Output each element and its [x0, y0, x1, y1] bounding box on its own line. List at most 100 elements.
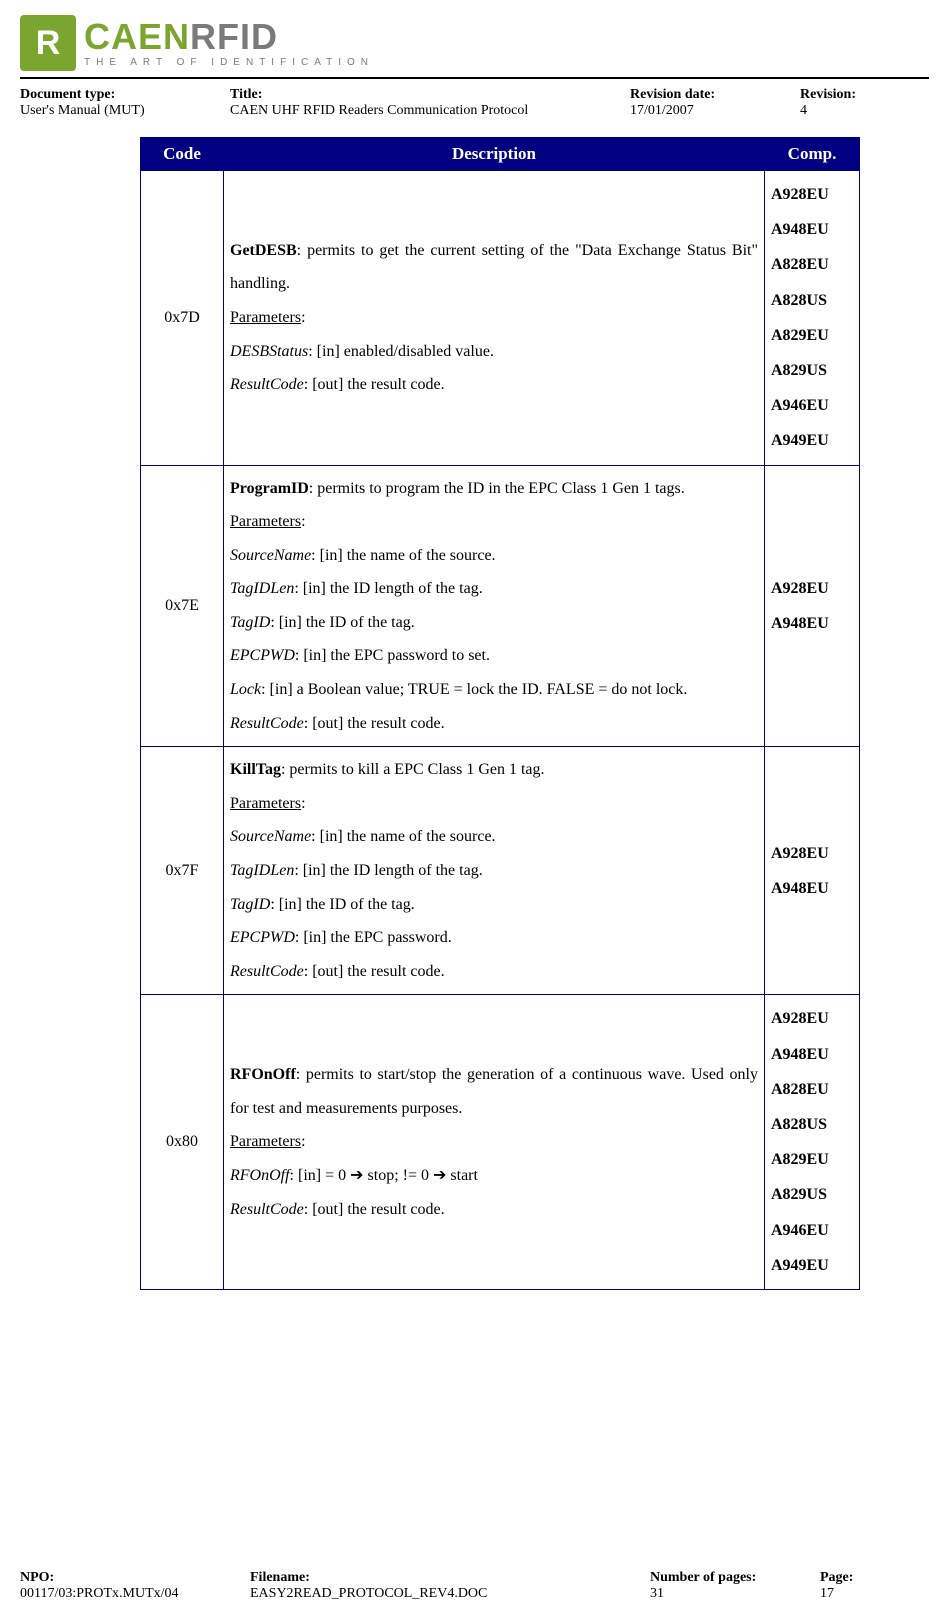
comp-value: A829US — [771, 362, 827, 379]
param-name: ResultCode — [230, 715, 304, 732]
page-value: 17 — [820, 1586, 853, 1602]
code-cell: 0x7D — [141, 171, 224, 466]
param-text: : [in] the ID length of the tag. — [294, 580, 482, 597]
param-text: : [in] the ID of the tag. — [270, 896, 414, 913]
command-summary: : permits to kill a EPC Class 1 Gen 1 ta… — [281, 761, 545, 778]
title-value: CAEN UHF RFID Readers Communication Prot… — [230, 103, 600, 119]
description-cell: ProgramID: permits to program the ID in … — [224, 465, 765, 747]
code-cell: 0x7F — [141, 747, 224, 995]
param-name: Lock — [230, 681, 261, 698]
comp-value: A828EU — [771, 1081, 829, 1098]
comp-value: A946EU — [771, 1222, 829, 1239]
code-cell: 0x7E — [141, 465, 224, 747]
col-description: Description — [224, 138, 765, 171]
param-text: : [out] the result code. — [304, 715, 445, 732]
revdate-label: Revision date: — [630, 87, 770, 103]
param-name: EPCPWD — [230, 647, 295, 664]
logo-brand-gray: RFID — [190, 16, 278, 57]
param-text: : [out] the result code. — [304, 1201, 445, 1218]
command-name: GetDESB — [230, 242, 297, 259]
param-text: : [out] the result code. — [304, 963, 445, 980]
code-cell: 0x80 — [141, 995, 224, 1290]
comp-cell: A928EU A948EU A828EU A828US A829EU A829US A946… — [765, 171, 860, 466]
command-name: KillTag — [230, 761, 281, 778]
param-text: : [in] the name of the source. — [311, 547, 495, 564]
comp-value: A828US — [771, 292, 827, 309]
page-label: Page: — [820, 1570, 853, 1586]
comp-value: A949EU — [771, 432, 829, 449]
logo-brand-green: CAEN — [84, 16, 190, 57]
param-text: : [in] the ID length of the tag. — [294, 862, 482, 879]
doc-type-label: Document type: — [20, 87, 200, 103]
logo-header: R CAENRFID THE ART OF IDENTIFICATION — [20, 15, 929, 79]
comp-cell: A928EU A948EU — [765, 465, 860, 747]
param-text: : [in] a Boolean value; TRUE = lock the … — [261, 681, 687, 698]
table-row: 0x80RFOnOff: permits to start/stop the g… — [141, 995, 860, 1290]
param-name: EPCPWD — [230, 929, 295, 946]
comp-value: A948EU — [771, 221, 829, 238]
parameters-label: Parameters — [230, 309, 301, 326]
npo-value: 00117/03:PROTx.MUTx/04 — [20, 1586, 250, 1602]
param-name: TagID — [230, 896, 270, 913]
param-name: DESBStatus — [230, 343, 308, 360]
numpages-value: 31 — [650, 1586, 820, 1602]
command-name: RFOnOff — [230, 1066, 296, 1083]
parameters-label: Parameters — [230, 1133, 301, 1150]
command-summary: : permits to start/stop the generation o… — [230, 1066, 758, 1117]
rev-value: 4 — [800, 103, 856, 119]
comp-value: A948EU — [771, 615, 829, 632]
npo-label: NPO: — [20, 1570, 250, 1586]
commands-table: Code Description Comp. 0x7DGetDESB: perm… — [140, 137, 860, 1290]
col-comp: Comp. — [765, 138, 860, 171]
comp-value: A829EU — [771, 1151, 829, 1168]
command-summary: : permits to program the ID in the EPC C… — [309, 480, 685, 497]
logo-tagline: THE ART OF IDENTIFICATION — [84, 57, 374, 68]
comp-value: A828US — [771, 1116, 827, 1133]
param-name: RFOnOff — [230, 1167, 290, 1184]
comp-value: A948EU — [771, 880, 829, 897]
param-text: : [in] enabled/disabled value. — [308, 343, 494, 360]
param-text: : [out] the result code. — [304, 376, 445, 393]
filename-label: Filename: — [250, 1570, 650, 1586]
param-text: : [in] the name of the source. — [311, 828, 495, 845]
param-text: : [in] the ID of the tag. — [270, 614, 414, 631]
param-name: ResultCode — [230, 376, 304, 393]
comp-value: A829EU — [771, 327, 829, 344]
doc-meta: Document type: User's Manual (MUT) Title… — [20, 87, 929, 119]
comp-value: A928EU — [771, 186, 829, 203]
comp-value: A829US — [771, 1186, 827, 1203]
filename-value: EASY2READ_PROTOCOL_REV4.DOC — [250, 1586, 650, 1602]
description-cell: RFOnOff: permits to start/stop the gener… — [224, 995, 765, 1290]
param-name: TagIDLen — [230, 580, 294, 597]
command-name: ProgramID — [230, 480, 309, 497]
comp-value: A828EU — [771, 256, 829, 273]
param-name: SourceName — [230, 828, 311, 845]
description-cell: KillTag: permits to kill a EPC Class 1 G… — [224, 747, 765, 995]
comp-value: A928EU — [771, 845, 829, 862]
description-cell: GetDESB: permits to get the current sett… — [224, 171, 765, 466]
parameters-label: Parameters — [230, 795, 301, 812]
param-name: ResultCode — [230, 1201, 304, 1218]
command-summary: : permits to get the current setting of … — [230, 242, 758, 293]
comp-value: A928EU — [771, 1010, 829, 1027]
table-row: 0x7FKillTag: permits to kill a EPC Class… — [141, 747, 860, 995]
logo-brand: CAENRFID — [84, 19, 374, 55]
comp-cell: A928EU A948EU A828EU A828US A829EU A829US A946… — [765, 995, 860, 1290]
parameters-label: Parameters — [230, 513, 301, 530]
rev-label: Revision: — [800, 87, 856, 103]
param-text: : [in] = 0 ➔ stop; != 0 ➔ start — [290, 1167, 478, 1184]
col-code: Code — [141, 138, 224, 171]
param-name: TagID — [230, 614, 270, 631]
comp-value: A948EU — [771, 1046, 829, 1063]
table-row: 0x7DGetDESB: permits to get the current … — [141, 171, 860, 466]
numpages-label: Number of pages: — [650, 1570, 820, 1586]
comp-value: A949EU — [771, 1257, 829, 1274]
comp-value: A946EU — [771, 397, 829, 414]
param-text: : [in] the EPC password. — [295, 929, 452, 946]
page-footer: NPO: 00117/03:PROTx.MUTx/04 Filename: EA… — [20, 1570, 929, 1602]
doc-type-value: User's Manual (MUT) — [20, 103, 200, 119]
param-text: : [in] the EPC password to set. — [295, 647, 490, 664]
param-name: TagIDLen — [230, 862, 294, 879]
comp-value: A928EU — [771, 580, 829, 597]
param-name: SourceName — [230, 547, 311, 564]
